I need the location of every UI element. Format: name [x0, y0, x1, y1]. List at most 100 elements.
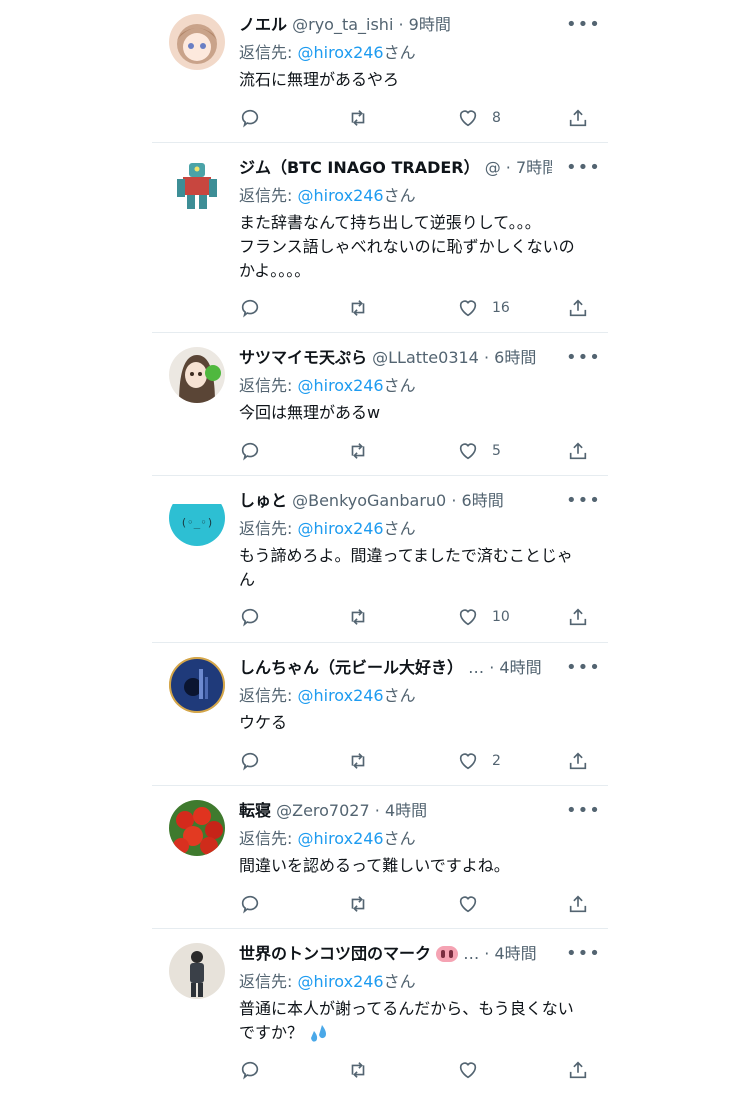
- action-bar: 5: [239, 439, 591, 463]
- like-button[interactable]: [457, 892, 479, 916]
- share-button[interactable]: [567, 439, 589, 463]
- like-button[interactable]: 8: [457, 106, 501, 130]
- like-button[interactable]: 5: [457, 439, 501, 463]
- mention-link[interactable]: @hirox246: [297, 186, 383, 205]
- tweet[interactable]: (◦_◦) しゅと @BenkyoGanbaru0 · 6時間 ••• 返信先:…: [152, 476, 608, 643]
- user-handle[interactable]: @LLatte0314: [372, 348, 479, 367]
- share-upload-icon: [569, 299, 587, 317]
- share-upload-icon: [569, 109, 587, 127]
- like-button[interactable]: 10: [457, 605, 510, 629]
- tweet[interactable]: サツマイモ天ぷら @LLatte0314 · 6時間 ••• 返信先: @hir…: [152, 333, 608, 476]
- tweet[interactable]: ジム（BTC INAGO TRADER） @ · 7時間 ••• 返信先: @h…: [152, 143, 608, 333]
- reply-button[interactable]: [239, 605, 261, 629]
- retweet-arrows-icon: [351, 1062, 365, 1078]
- display-name[interactable]: サツマイモ天ぷら: [239, 348, 367, 367]
- like-button[interactable]: 16: [457, 296, 510, 320]
- like-count: 16: [492, 300, 510, 316]
- retweet-button[interactable]: [347, 1058, 369, 1082]
- text-line: フランス語しゃべれないのに恥ずかしくないの: [239, 237, 575, 256]
- avatar[interactable]: [169, 657, 225, 713]
- tweet-text: 間違いを認めるって難しいですよね。: [239, 854, 580, 878]
- avatar[interactable]: [169, 157, 225, 213]
- more-options-icon[interactable]: •••: [566, 13, 600, 37]
- display-name[interactable]: ノエル: [239, 15, 287, 34]
- speech-bubble-icon: [241, 752, 259, 771]
- display-name[interactable]: 世界のトンコツ団のマーク: [239, 944, 431, 963]
- timestamp[interactable]: 6時間: [462, 491, 504, 510]
- more-options-icon[interactable]: •••: [566, 799, 600, 823]
- reply-button[interactable]: [239, 106, 261, 130]
- avatar[interactable]: [169, 347, 225, 403]
- action-bar: [239, 892, 591, 916]
- reply-button[interactable]: [239, 439, 261, 463]
- retweet-button[interactable]: [347, 296, 369, 320]
- like-button[interactable]: 2: [457, 749, 501, 773]
- timestamp[interactable]: 4時間: [385, 801, 427, 820]
- user-handle[interactable]: …: [468, 658, 484, 677]
- reply-button[interactable]: [239, 1058, 261, 1082]
- user-handle[interactable]: @ryo_ta_ishi: [292, 15, 393, 34]
- more-options-icon[interactable]: •••: [566, 656, 600, 680]
- display-name[interactable]: ジム（BTC INAGO TRADER）: [239, 158, 480, 177]
- retweet-button[interactable]: [347, 749, 369, 773]
- mention-link[interactable]: @hirox246: [297, 686, 383, 705]
- svg-text:(◦_◦): (◦_◦): [180, 516, 213, 529]
- more-options-icon[interactable]: •••: [566, 489, 600, 513]
- avatar[interactable]: [169, 943, 225, 999]
- timestamp[interactable]: 9時間: [409, 15, 451, 34]
- tweet[interactable]: しんちゃん（元ビール大好き） … · 4時間 ••• 返信先: @hirox24…: [152, 643, 608, 786]
- timestamp[interactable]: 4時間: [499, 658, 541, 677]
- more-options-icon[interactable]: •••: [566, 156, 600, 180]
- tweet[interactable]: 転寝 @Zero7027 · 4時間 ••• 返信先: @hirox246さん …: [152, 786, 608, 929]
- display-name[interactable]: 転寝: [239, 801, 271, 820]
- like-count: 5: [492, 443, 501, 459]
- like-button[interactable]: [457, 1058, 479, 1082]
- more-options-icon[interactable]: •••: [566, 346, 600, 370]
- action-bar: 8: [239, 106, 591, 130]
- reply-prefix: 返信先:: [239, 376, 298, 395]
- mention-link[interactable]: @hirox246: [297, 519, 383, 538]
- display-name[interactable]: しゅと: [239, 491, 287, 510]
- retweet-button[interactable]: [347, 439, 369, 463]
- mention-link[interactable]: @hirox246: [297, 43, 383, 62]
- retweet-button[interactable]: [347, 892, 369, 916]
- timestamp[interactable]: 4時間: [494, 944, 536, 963]
- avatar[interactable]: [169, 800, 225, 856]
- tweet[interactable]: 世界のトンコツ団のマーク … · 4時間 ••• 返信先: @hirox246さ…: [152, 929, 608, 1095]
- avatar[interactable]: (◦_◦): [169, 490, 225, 546]
- share-button[interactable]: [567, 296, 589, 320]
- tweet-text: ウケる: [239, 711, 580, 735]
- reply-button[interactable]: [239, 749, 261, 773]
- retweet-arrows-icon: [351, 300, 365, 316]
- tweet[interactable]: ノエル @ryo_ta_ishi · 9時間 ••• 返信先: @hirox24…: [152, 0, 608, 143]
- replying-to: 返信先: @hirox246さん: [239, 684, 416, 708]
- share-upload-icon: [569, 608, 587, 626]
- user-handle[interactable]: @BenkyoGanbaru0: [292, 491, 446, 510]
- reply-button[interactable]: [239, 892, 261, 916]
- retweet-button[interactable]: [347, 106, 369, 130]
- share-button[interactable]: [567, 1058, 589, 1082]
- reply-button[interactable]: [239, 296, 261, 320]
- heart-outline-icon: [459, 896, 477, 913]
- mention-link[interactable]: @hirox246: [297, 829, 383, 848]
- mention-link[interactable]: @hirox246: [297, 972, 383, 991]
- speech-bubble-icon: [241, 895, 259, 914]
- mention-link[interactable]: @hirox246: [297, 376, 383, 395]
- heart-outline-icon: [459, 1062, 477, 1079]
- timestamp[interactable]: 6時間: [494, 348, 536, 367]
- share-button[interactable]: [567, 892, 589, 916]
- display-name[interactable]: しんちゃん（元ビール大好き）: [239, 658, 463, 677]
- share-button[interactable]: [567, 605, 589, 629]
- user-handle[interactable]: …: [463, 944, 479, 963]
- timestamp[interactable]: 7時間: [516, 158, 552, 177]
- user-handle[interactable]: @: [485, 158, 501, 177]
- text-line: もう諦めろよ。間違ってましたで済むことじゃ: [239, 546, 573, 565]
- share-button[interactable]: [567, 106, 589, 130]
- user-handle[interactable]: @Zero7027: [276, 801, 370, 820]
- more-options-icon[interactable]: •••: [566, 942, 600, 966]
- avatar[interactable]: [169, 14, 225, 70]
- tweet-text: 流石に無理があるやろ: [239, 68, 580, 92]
- share-upload-icon: [569, 1061, 587, 1079]
- retweet-button[interactable]: [347, 605, 369, 629]
- share-button[interactable]: [567, 749, 589, 773]
